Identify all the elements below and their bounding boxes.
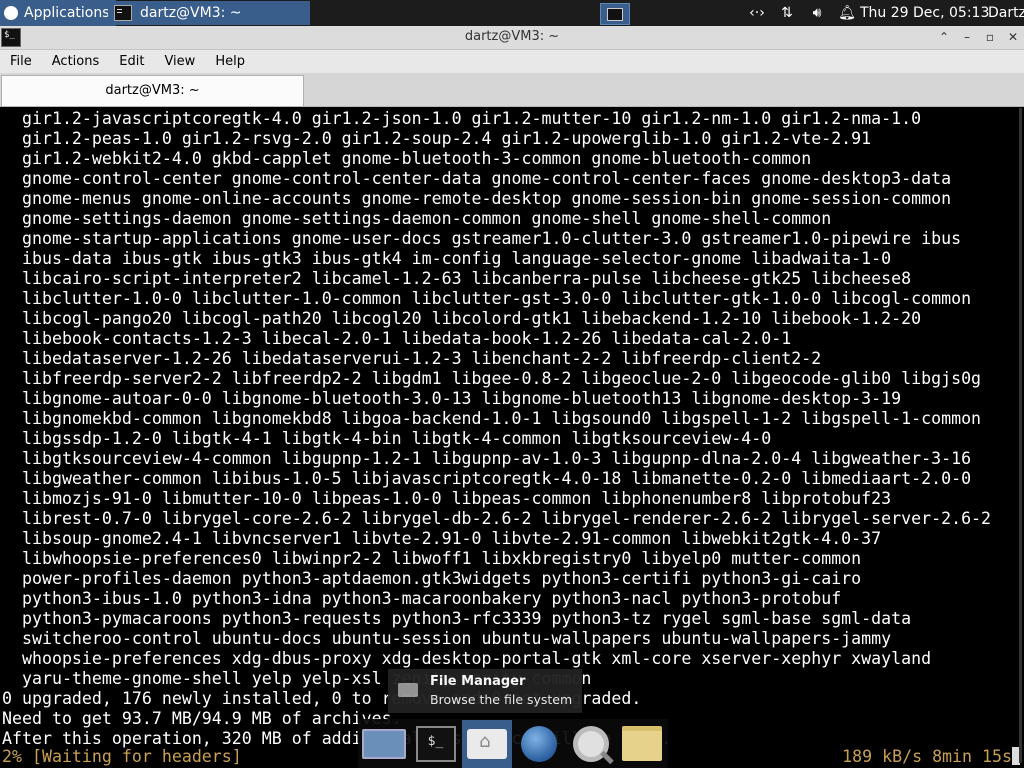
menu-bar: File Actions Edit View Help	[0, 50, 1024, 73]
applications-label: Applications	[24, 5, 110, 21]
user-menu[interactable]: Dartz	[988, 0, 1024, 26]
terminal-line: gir1.2-peas-1.0 gir1.2-rsvg-2.0 gir1.2-s…	[2, 129, 872, 148]
terminal-line: libebook-contacts-1.2-3 libecal-2.0-1 li…	[2, 329, 792, 348]
terminal-scrollbar[interactable]	[1019, 108, 1022, 763]
transfer-icon[interactable]: ⇅	[778, 5, 796, 21]
dock-app-finder[interactable]	[566, 720, 616, 768]
terminal-line: gir1.2-javascriptcoregtk-4.0 gir1.2-json…	[2, 109, 922, 128]
dock-files-folder[interactable]	[617, 720, 667, 768]
progress-status: 2% [Waiting for headers]	[2, 747, 242, 766]
terminal-output: gir1.2-javascriptcoregtk-4.0 gir1.2-json…	[2, 109, 991, 749]
terminal-line: Need to get 93.7 MB/94.9 MB of archives.	[2, 709, 402, 728]
clock[interactable]: Thu 29 Dec, 05:13	[860, 0, 989, 26]
terminal-line: libgweather-common libibus-1.0-5 libjava…	[2, 469, 972, 488]
menu-edit[interactable]: Edit	[109, 54, 154, 69]
volume-icon[interactable]: 🔊︎	[808, 5, 826, 21]
terminal-line: gnome-settings-daemon gnome-settings-dae…	[2, 209, 832, 228]
file-manager-tooltip: File Manager Browse the file system	[388, 669, 582, 713]
terminal-line: gir1.2-webkit2-4.0 gkbd-capplet gnome-bl…	[2, 149, 812, 168]
terminal-line: libfreerdp-server2-2 libfreerdp2-2 libgd…	[2, 369, 982, 388]
terminal-line: libmozjs-91-0 libmutter-10-0 libpeas-1.0…	[2, 489, 892, 508]
xfce-logo-icon	[4, 6, 18, 20]
tooltip-title: File Manager	[430, 674, 526, 689]
dock-web-browser[interactable]	[514, 720, 564, 768]
system-tray: ‹·› ⇅ 🔊︎ 🔔︎	[748, 0, 856, 26]
minimize-button[interactable]: –	[958, 28, 976, 46]
dock-home-folder[interactable]	[462, 719, 513, 768]
network-arrows-icon[interactable]: ‹·›	[748, 5, 766, 21]
terminal-line: whoopsie-preferences xdg-dbus-proxy xdg-…	[2, 649, 932, 668]
close-button[interactable]: ✕	[1004, 28, 1022, 46]
download-rate: 189 kB/s 8min 15s	[842, 747, 1012, 766]
workspace-thumbnail	[607, 7, 623, 21]
dock-terminal[interactable]: $_	[411, 720, 461, 768]
menu-help[interactable]: Help	[205, 54, 255, 69]
terminal-icon	[114, 5, 132, 21]
terminal-line: libgtksourceview-4-common libgupnp-1.2-1…	[2, 449, 972, 468]
terminal-line: libcairo-script-interpreter2 libcamel-1.…	[2, 269, 912, 288]
terminal-line: libgnome-autoar-0-0 libgnome-bluetooth-3…	[2, 389, 902, 408]
menu-file[interactable]: File	[0, 54, 42, 69]
terminal-line: libsoup-gnome2.4-1 libvncserver1 libvte-…	[2, 529, 882, 548]
restore-button[interactable]: ▫	[981, 28, 999, 46]
window-title: dartz@VM3: ~	[464, 29, 560, 44]
top-panel: Applications dartz@VM3: ~ ‹·› ⇅ 🔊︎ 🔔︎ Th…	[0, 0, 1024, 26]
menu-actions[interactable]: Actions	[42, 54, 110, 69]
window-titlebar[interactable]: dartz@VM3: ~ ⌃ – ▫ ✕	[0, 26, 1024, 50]
terminal-line: libcogl-pango20 libcogl-path20 libcogl20…	[2, 309, 922, 328]
terminal-line: librest-0.7-0 librygel-core-2.6-2 libryg…	[2, 509, 992, 528]
folder-icon	[622, 726, 663, 761]
terminal-line: switcheroo-control ubuntu-docs ubuntu-se…	[2, 629, 892, 648]
applications-menu-button[interactable]: Applications	[0, 0, 116, 26]
terminal-line: libgnomekbd-common libgnomekbd8 libgoa-b…	[2, 409, 982, 428]
terminal-line: gnome-menus gnome-online-accounts gnome-…	[2, 189, 952, 208]
app-finder-icon	[572, 725, 609, 762]
terminal-launcher-icon: $_	[415, 725, 456, 762]
terminal-line: libclutter-1.0-0 libclutter-1.0-common l…	[2, 289, 972, 308]
terminal-line: gnome-control-center gnome-control-cente…	[2, 169, 952, 188]
workspace-switcher[interactable]	[600, 3, 630, 25]
tab-terminal[interactable]: dartz@VM3: ~	[1, 75, 304, 106]
terminal-line: libwhoopsie-preferences0 libwinpr2-2 lib…	[2, 549, 862, 568]
home-folder-icon	[467, 728, 508, 759]
tooltip-subtitle: Browse the file system	[430, 692, 573, 707]
terminal-line: python3-ibus-1.0 python3-idna python3-ma…	[2, 589, 842, 608]
notification-bell-icon[interactable]: 🔔︎	[838, 5, 856, 21]
terminal-line: libgssdp-1.2-0 libgtk-4-1 libgtk-4-bin l…	[2, 429, 772, 448]
maximize-up-icon[interactable]: ⌃	[935, 28, 953, 46]
terminal-line: power-profiles-daemon python3-aptdaemon.…	[2, 569, 862, 588]
terminal-line: gnome-startup-applications gnome-user-do…	[2, 229, 962, 248]
web-browser-icon	[520, 725, 557, 762]
terminal-line: python3-pymacaroons python3-requests pyt…	[2, 609, 912, 628]
terminal-line: libedataserver-1.2-26 libedataserverui-1…	[2, 349, 822, 368]
menu-view[interactable]: View	[154, 54, 205, 69]
desktop-icon	[361, 728, 406, 759]
taskbar-terminal-window[interactable]: dartz@VM3: ~	[108, 1, 310, 25]
tab-bar: dartz@VM3: ~	[0, 73, 1024, 107]
terminal-line: ibus-data ibus-gtk ibus-gtk3 ibus-gtk4 i…	[2, 249, 892, 268]
dock-show-desktop[interactable]	[359, 720, 409, 768]
dock: $_	[358, 719, 668, 768]
taskbar-window-title: dartz@VM3: ~	[140, 5, 242, 21]
file-manager-icon	[398, 683, 418, 697]
